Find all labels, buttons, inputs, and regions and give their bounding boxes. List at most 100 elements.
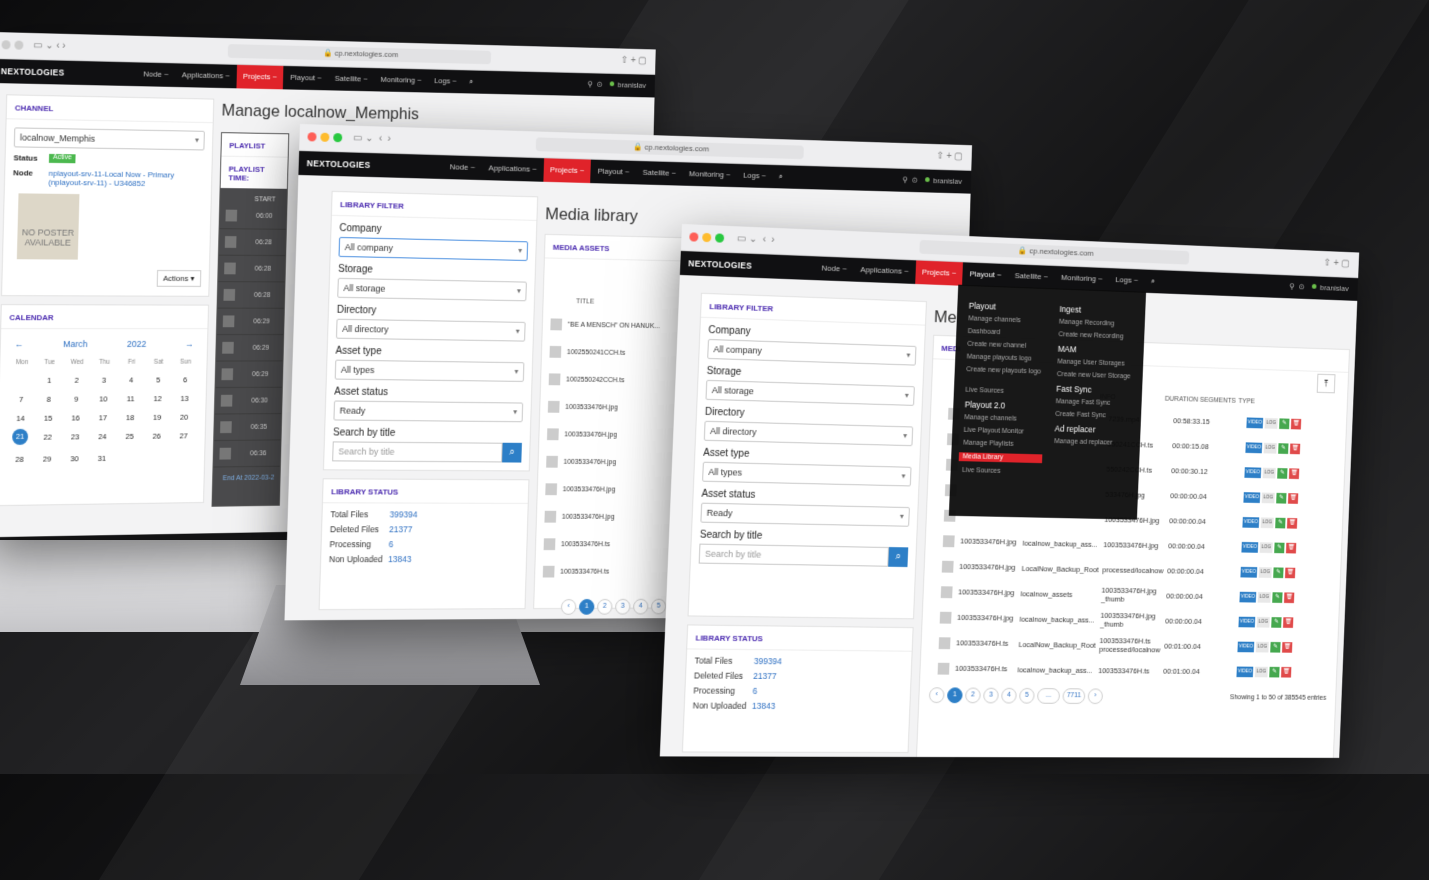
calendar-day[interactable]: 19 xyxy=(144,413,171,422)
trash-icon[interactable]: 🗑 xyxy=(1289,468,1299,479)
asset-title[interactable]: 1002550241CCH.ts xyxy=(567,349,626,357)
asset-title[interactable]: 1003533476H.jpg xyxy=(563,486,616,493)
trash-icon[interactable]: 🗑 xyxy=(1290,443,1300,454)
calendar-day[interactable]: 2 xyxy=(63,376,91,385)
asset-type-select[interactable]: All types xyxy=(335,360,525,382)
playlist-row[interactable]: 06:35 xyxy=(214,414,281,441)
calendar-day[interactable]: 5 xyxy=(145,375,172,384)
menu-item[interactable]: Manage channels xyxy=(968,315,1048,325)
search-title-input[interactable]: Search by title xyxy=(699,544,889,567)
page-button[interactable]: › xyxy=(1088,688,1104,704)
log-button[interactable]: LOG xyxy=(1256,641,1269,652)
log-button[interactable]: LOG xyxy=(1261,517,1274,528)
page-button[interactable]: ‹ xyxy=(561,599,577,615)
edit-icon[interactable]: ✎ xyxy=(1274,542,1284,553)
trash-icon[interactable]: 🗑 xyxy=(1284,592,1294,603)
log-button[interactable]: LOG xyxy=(1263,467,1276,478)
calendar-day[interactable]: 26 xyxy=(143,432,170,444)
menu-item[interactable]: Create new playouts logo xyxy=(966,366,1046,375)
playlist-row[interactable]: 06:29 xyxy=(216,335,283,361)
page-button[interactable]: 1 xyxy=(947,687,963,703)
page-button[interactable]: 5 xyxy=(1019,688,1035,704)
directory-select[interactable]: All directory xyxy=(336,319,526,342)
row-title[interactable]: 1003533476H.jpg xyxy=(957,613,1014,623)
trash-icon[interactable]: 🗑 xyxy=(1282,642,1292,653)
stat-value[interactable]: 13843 xyxy=(752,701,776,711)
search-icon[interactable]: ⌕ xyxy=(1144,270,1162,294)
trash-icon[interactable]: 🗑 xyxy=(1283,617,1293,628)
menu-item[interactable]: Manage channels xyxy=(964,414,1044,423)
page-button[interactable]: 7711 xyxy=(1062,688,1085,704)
calendar-day[interactable]: 23 xyxy=(61,432,89,444)
stat-value[interactable]: 21377 xyxy=(753,671,777,681)
edit-icon[interactable]: ✎ xyxy=(1279,418,1289,429)
calendar-day[interactable]: 22 xyxy=(34,433,62,445)
share-icon[interactable]: ⇧ + ▢ xyxy=(936,151,963,162)
menu-item[interactable]: Manage User Storages xyxy=(1057,358,1131,367)
asset-row[interactable]: 1002550241CCH.ts xyxy=(542,338,685,367)
menu-item[interactable]: Manage Playlists xyxy=(963,440,1043,449)
nav-projects[interactable]: Projects ~ xyxy=(915,260,964,285)
calendar-day[interactable]: 27 xyxy=(170,431,197,443)
menu-item[interactable]: Create new channel xyxy=(967,341,1047,351)
trash-icon[interactable]: 🗑 xyxy=(1285,567,1295,578)
nav-playout[interactable]: Playout ~ xyxy=(962,262,1008,287)
menu-item[interactable]: Manage ad replacer xyxy=(1054,438,1128,447)
calendar-day[interactable]: 16 xyxy=(62,413,90,422)
playlist-row[interactable]: 06:29 xyxy=(215,361,282,388)
asset-title[interactable]: 1003533476H.jpg xyxy=(562,513,615,520)
nav-node[interactable]: Node ~ xyxy=(814,256,854,281)
calendar-day[interactable]: 12 xyxy=(144,394,171,403)
search-icon[interactable]: ⌕ xyxy=(772,165,790,189)
nav-satellite[interactable]: Satellite ~ xyxy=(636,161,683,186)
asset-row[interactable]: 1002550242CCH.ts xyxy=(541,365,684,394)
calendar-day[interactable]: 11 xyxy=(117,394,144,403)
menu-item[interactable]: Manage Recording xyxy=(1059,319,1133,328)
video-button[interactable]: VIDEO xyxy=(1243,492,1260,503)
brand-logo[interactable]: NEXTOLOGIES xyxy=(0,66,78,78)
menu-item[interactable]: Media Library xyxy=(959,452,1043,463)
calendar-day[interactable]: 8 xyxy=(35,395,63,404)
playlist-row[interactable]: 06:29 xyxy=(217,309,284,335)
row-title[interactable]: 1003533476H.jpg xyxy=(958,587,1015,597)
calendar-day[interactable]: 9 xyxy=(62,395,90,404)
calendar-day[interactable]: 10 xyxy=(90,394,117,403)
calendar-day[interactable]: 4 xyxy=(117,376,144,385)
next-month-icon[interactable]: → xyxy=(185,339,194,349)
page-button[interactable]: 2 xyxy=(965,688,981,704)
edit-icon[interactable]: ✎ xyxy=(1269,666,1279,677)
calendar-day[interactable]: 13 xyxy=(171,394,198,403)
trash-icon[interactable]: 🗑 xyxy=(1281,666,1291,677)
log-button[interactable]: LOG xyxy=(1262,492,1275,503)
channel-select[interactable]: localnow_Memphis xyxy=(14,127,205,150)
playlist-row[interactable]: 06:36 xyxy=(213,440,280,467)
stat-value[interactable]: 399394 xyxy=(389,509,417,519)
video-button[interactable]: VIDEO xyxy=(1236,666,1253,677)
company-select[interactable]: All company xyxy=(707,339,916,366)
window-controls[interactable] xyxy=(307,132,346,144)
log-button[interactable]: LOG xyxy=(1255,666,1268,677)
asset-row[interactable]: 1003533476H.jpg xyxy=(538,448,681,476)
actions-button[interactable]: Actions ▾ xyxy=(156,270,201,287)
calendar-day[interactable] xyxy=(8,376,36,385)
search-icon[interactable]: ⌕ xyxy=(888,547,908,567)
video-button[interactable]: VIDEO xyxy=(1239,591,1256,602)
window-controls[interactable] xyxy=(689,232,728,245)
calendar-day[interactable]: 7 xyxy=(7,395,35,404)
nav-projects[interactable]: Projects ~ xyxy=(236,65,284,90)
menu-item[interactable]: Dashboard xyxy=(968,328,1048,338)
menu-item-live-sources[interactable]: Live Sources xyxy=(965,387,1045,396)
page-button[interactable]: 4 xyxy=(1001,688,1017,704)
playlist-row[interactable]: 06:28 xyxy=(218,256,285,283)
page-button[interactable]: 4 xyxy=(633,599,649,615)
calendar-day[interactable] xyxy=(115,454,142,463)
page-button[interactable]: ... xyxy=(1037,688,1060,704)
edit-icon[interactable]: ✎ xyxy=(1275,517,1285,528)
calendar-day[interactable]: 17 xyxy=(89,413,116,422)
page-button[interactable]: 2 xyxy=(597,599,613,615)
edit-icon[interactable]: ✎ xyxy=(1278,443,1288,454)
nav-playout[interactable]: Playout ~ xyxy=(591,160,637,185)
search-icon[interactable]: ⌕ xyxy=(463,70,480,93)
page-button[interactable]: 3 xyxy=(983,688,999,704)
page-button[interactable]: ‹ xyxy=(929,687,945,703)
